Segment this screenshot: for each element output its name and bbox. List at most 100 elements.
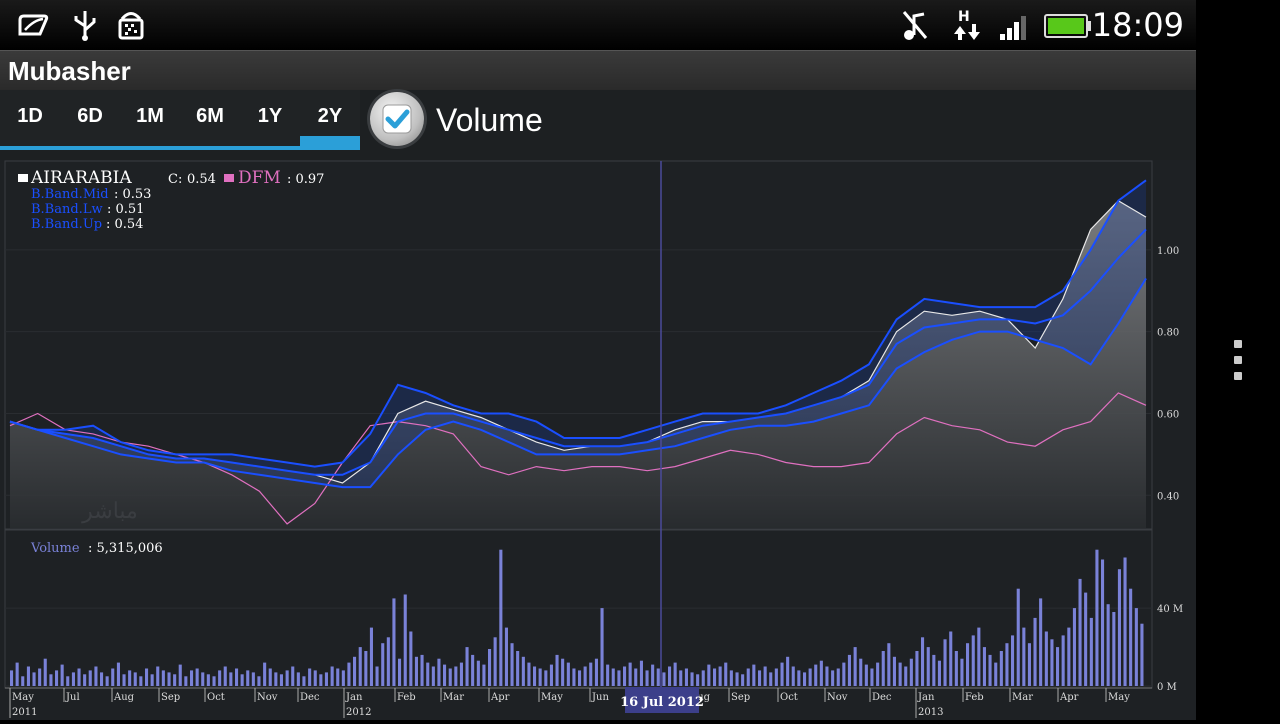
- volume-bar: [842, 662, 846, 686]
- volume-bar: [274, 672, 278, 686]
- volume-bar: [623, 666, 627, 686]
- volume-checkbox[interactable]: [370, 92, 424, 146]
- volume-bar: [291, 666, 295, 686]
- tab-6d[interactable]: 6D: [60, 90, 120, 142]
- volume-bar: [583, 666, 587, 686]
- volume-bar: [116, 662, 120, 686]
- volume-bar: [1067, 627, 1071, 686]
- volume-bar: [713, 668, 717, 686]
- x-tick-label: Oct: [207, 692, 225, 703]
- legend-dfm: DFM: [238, 168, 281, 188]
- volume-bar: [77, 668, 81, 686]
- overflow-menu-icon[interactable]: [1234, 340, 1242, 348]
- battery-icon: [1044, 14, 1091, 38]
- volume-bar: [1050, 639, 1054, 686]
- volume-bar: [971, 635, 975, 686]
- x-tick-label: Apr: [490, 692, 510, 703]
- volume-bar: [1033, 617, 1037, 686]
- volume-bar: [279, 674, 283, 686]
- volume-bar: [1123, 557, 1127, 686]
- volume-bar: [403, 594, 407, 686]
- volume-bar: [263, 662, 267, 686]
- volume-bar: [218, 670, 222, 686]
- volume-bar: [32, 672, 36, 686]
- volume-bar: [1117, 569, 1121, 686]
- volume-bar: [302, 676, 306, 686]
- volume-y-tick-label: 40 M: [1157, 604, 1183, 615]
- volume-bar: [561, 658, 565, 686]
- tab-6m[interactable]: 6M: [180, 90, 240, 142]
- x-tick-label: Jan: [345, 692, 363, 703]
- volume-bar: [240, 674, 244, 686]
- volume-bar: [38, 668, 42, 686]
- volume-bar: [308, 668, 312, 686]
- volume-bar: [358, 647, 362, 686]
- volume-bar: [909, 658, 913, 686]
- volume-bar: [173, 674, 177, 686]
- legend-close-label: C:: [168, 172, 182, 187]
- volume-bar: [915, 651, 919, 686]
- chart-area[interactable]: 1.00 0.80 0.60 0.40 40 M 0 M May Jul Aug Sep Oct No…: [0, 160, 1196, 720]
- volume-bar: [544, 670, 548, 686]
- volume-bar: [251, 672, 255, 686]
- volume-bar: [780, 662, 784, 686]
- volume-bar: [420, 654, 424, 686]
- volume-bar: [892, 656, 896, 686]
- x-tick-label: Jun: [591, 692, 609, 703]
- volume-bar: [701, 670, 705, 686]
- price-y-tick-label: 0.80: [1157, 328, 1179, 339]
- volume-bar: [566, 662, 570, 686]
- price-y-tick-label: 0.40: [1157, 491, 1179, 502]
- volume-bar: [1039, 598, 1043, 686]
- legend-bb-mid-value: : 0.53: [114, 187, 151, 202]
- volume-bar: [1101, 559, 1105, 686]
- tab-2y[interactable]: 2Y: [300, 90, 360, 142]
- volume-bar: [651, 664, 655, 686]
- x-tick-label: Sep: [731, 692, 750, 703]
- volume-bar: [937, 660, 941, 686]
- tab-1d[interactable]: 1D: [0, 90, 60, 142]
- volume-bar: [465, 647, 469, 686]
- x-tick-label: Mar: [1012, 692, 1033, 703]
- legend-bb-mid: B.Band.Mid: [31, 187, 109, 202]
- volume-bar: [1134, 608, 1138, 686]
- volume-bar: [488, 649, 492, 686]
- volume-bar: [161, 670, 165, 686]
- tab-1y[interactable]: 1Y: [240, 90, 300, 142]
- volume-bar: [111, 668, 115, 686]
- volume-bar: [1044, 631, 1048, 686]
- volume-bar: [611, 668, 615, 686]
- volume-bar: [746, 668, 750, 686]
- x-tick-label: Feb: [397, 692, 416, 703]
- volume-bar: [1011, 635, 1015, 686]
- price-volume-chart[interactable]: 1.00 0.80 0.60 0.40 40 M 0 M May Jul Aug Sep Oct No…: [0, 160, 1196, 720]
- volume-bar: [814, 664, 818, 686]
- tab-1m[interactable]: 1M: [120, 90, 180, 142]
- volume-bar: [386, 637, 390, 686]
- volume-bar: [156, 666, 160, 686]
- volume-bar: [656, 668, 660, 686]
- volume-bar: [353, 656, 357, 686]
- volume-bar: [1095, 549, 1099, 686]
- volume-bar: [921, 637, 925, 686]
- volume-bar: [133, 672, 137, 686]
- volume-bar: [516, 651, 520, 686]
- volume-label[interactable]: Volume: [436, 102, 543, 139]
- volume-bar: [431, 666, 435, 686]
- app-bar: Mubasher: [0, 50, 1196, 91]
- usb-icon: [74, 11, 96, 41]
- volume-bar: [122, 674, 126, 686]
- volume-bar: [313, 670, 317, 686]
- volume-bar: [1084, 592, 1088, 686]
- volume-bar: [448, 668, 452, 686]
- volume-bar: [21, 676, 25, 686]
- volume-bar: [578, 670, 582, 686]
- legend-dfm-value: : 0.97: [287, 172, 324, 187]
- volume-bar: [786, 656, 790, 686]
- volume-bar: [994, 662, 998, 686]
- volume-bar: [960, 658, 964, 686]
- volume-bar: [825, 666, 829, 686]
- volume-bar: [88, 670, 92, 686]
- volume-bar: [257, 676, 261, 686]
- volume-bar: [847, 654, 851, 686]
